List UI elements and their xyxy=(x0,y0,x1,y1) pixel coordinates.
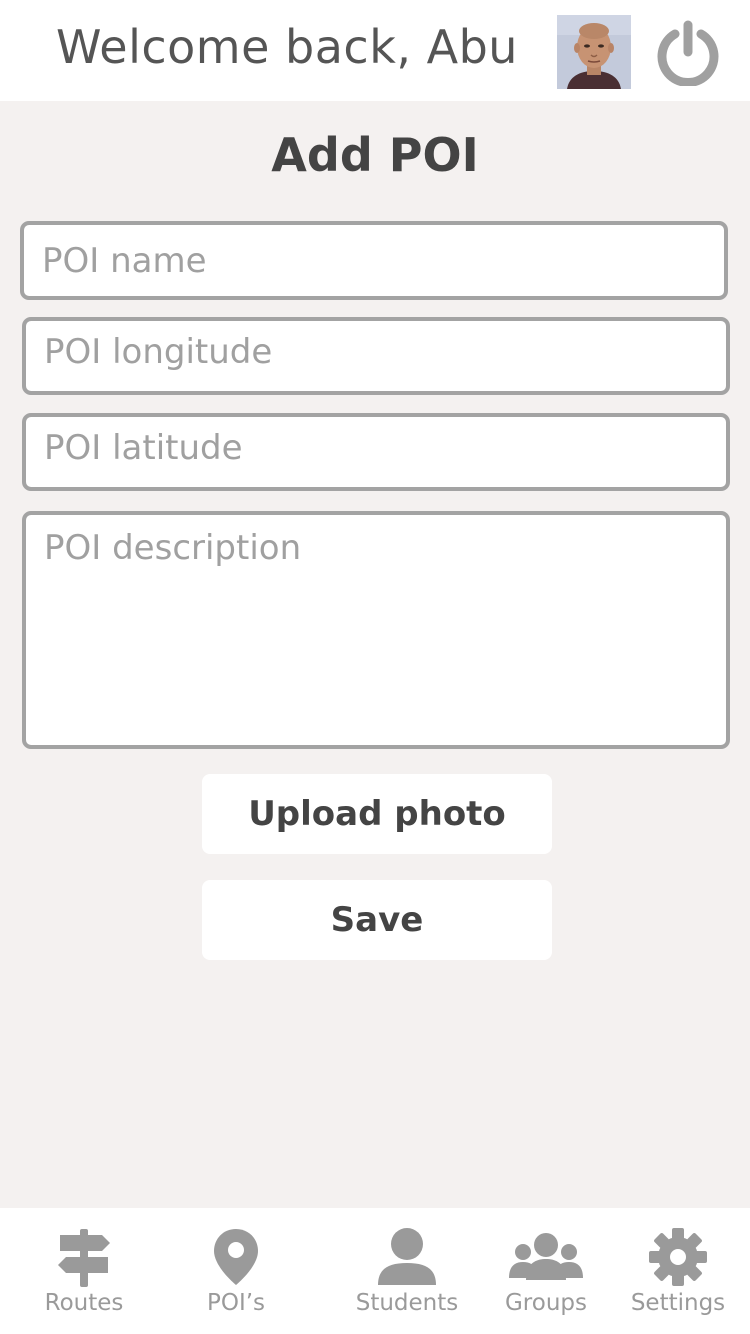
nav-item-settings[interactable]: Settings xyxy=(626,1208,730,1334)
save-button[interactable]: Save xyxy=(202,880,552,960)
nav-item-routes[interactable]: Routes xyxy=(34,1208,134,1334)
gear-icon xyxy=(648,1226,708,1288)
power-icon[interactable] xyxy=(653,20,723,87)
signpost-icon xyxy=(56,1226,112,1288)
nav-item-pois[interactable]: POI’s xyxy=(190,1208,282,1334)
welcome-message: Welcome back, Abu xyxy=(56,20,518,74)
poi-name-input[interactable] xyxy=(20,221,728,300)
nav-label-settings: Settings xyxy=(630,1290,726,1316)
nav-label-pois: POI’s xyxy=(206,1290,266,1316)
nav-label-students: Students xyxy=(355,1290,459,1316)
nav-item-groups[interactable]: Groups xyxy=(494,1208,598,1334)
poi-description-input[interactable] xyxy=(22,511,730,749)
header-bar: Welcome back, Abu xyxy=(0,0,750,101)
add-poi-screen: Welcome back, Abu Add POI POI name POI l… xyxy=(0,0,750,1334)
user-avatar[interactable] xyxy=(557,15,631,89)
poi-latitude-input[interactable] xyxy=(22,413,730,491)
poi-longitude-input[interactable] xyxy=(22,317,730,395)
user-icon xyxy=(376,1226,438,1288)
bottom-nav: Routes POI’s Students Groups Settings xyxy=(0,1208,750,1334)
nav-item-students[interactable]: Students xyxy=(350,1208,464,1334)
nav-label-groups: Groups xyxy=(504,1290,587,1316)
nav-label-routes: Routes xyxy=(44,1290,124,1316)
map-pin-icon xyxy=(212,1226,260,1288)
page-title: Add POI xyxy=(271,128,479,182)
group-icon xyxy=(508,1226,584,1288)
upload-photo-button[interactable]: Upload photo xyxy=(202,774,552,854)
